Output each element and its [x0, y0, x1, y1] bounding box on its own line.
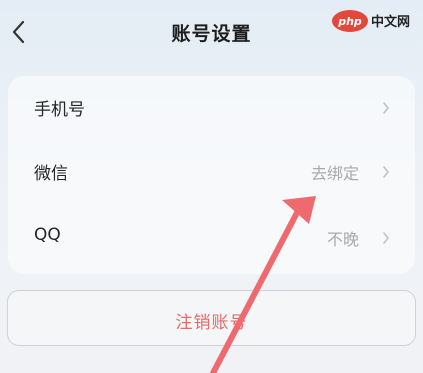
chevron-right-icon	[383, 102, 389, 114]
svg-text:中文网: 中文网	[371, 14, 410, 30]
row-value: 不晚	[326, 230, 359, 249]
settings-row-phone[interactable]: 手机号	[8, 76, 415, 140]
settings-card: 手机号 微信 去绑定 QQ 不晚	[8, 76, 415, 274]
header: 账号设置 php 中文网	[0, 0, 423, 64]
row-label: QQ	[34, 225, 61, 245]
chevron-right-icon	[383, 166, 389, 178]
settings-row-wechat[interactable]: 微信 去绑定	[8, 140, 415, 204]
settings-row-qq[interactable]: QQ 不晚	[8, 206, 415, 270]
cancel-account-label: 注销账号	[175, 313, 248, 333]
row-value: 去绑定	[310, 164, 359, 183]
svg-text:php: php	[337, 15, 362, 28]
row-label: 手机号	[34, 100, 85, 120]
watermark-logo: php 中文网	[332, 10, 410, 32]
chevron-right-icon	[383, 232, 389, 244]
cancel-account-button[interactable]: 注销账号	[7, 290, 416, 346]
row-label: 微信	[34, 164, 68, 184]
